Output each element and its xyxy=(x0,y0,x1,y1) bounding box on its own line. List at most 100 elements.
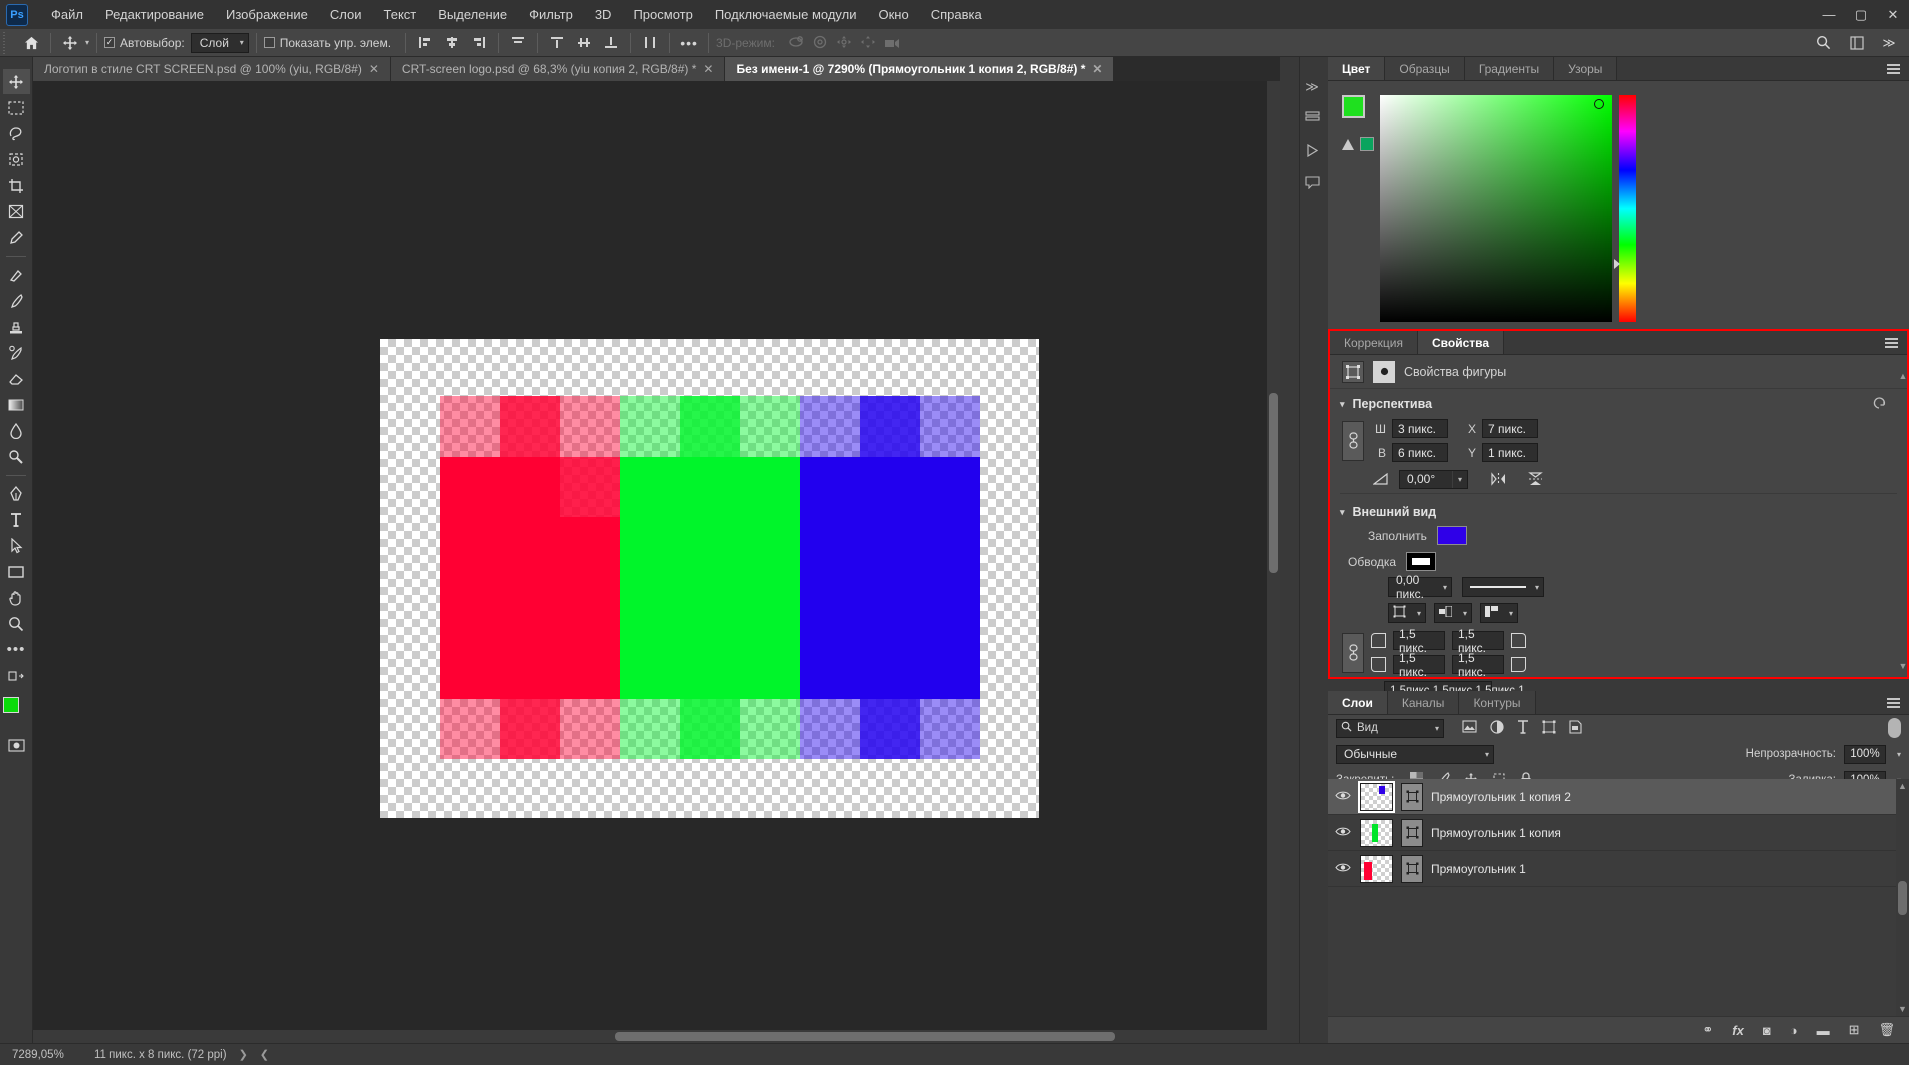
corner-top-right-input[interactable]: 1,5 пикс. xyxy=(1452,627,1504,655)
delete-layer-icon[interactable]: 🗑 xyxy=(1878,1022,1895,1038)
edit-toolbar[interactable] xyxy=(3,663,30,688)
align-left-icon[interactable] xyxy=(413,32,437,54)
chevron-down-icon[interactable]: ▾ xyxy=(1485,750,1489,759)
scroll-down-arrow[interactable]: ▼ xyxy=(1899,661,1908,671)
adjustment-layer-icon[interactable]: ◑ xyxy=(1790,1023,1798,1038)
options-bar-grip[interactable] xyxy=(3,31,11,54)
hue-slider[interactable] xyxy=(1619,95,1636,322)
menu-item-file[interactable]: Файл xyxy=(40,2,94,27)
lasso-tool[interactable] xyxy=(3,121,30,146)
tab-swatches[interactable]: Образцы xyxy=(1385,57,1465,80)
layer-filter-select[interactable]: Вид ▾ xyxy=(1336,718,1444,738)
search-icon[interactable] xyxy=(1811,32,1835,54)
workspace-switcher-icon[interactable] xyxy=(1845,32,1869,54)
chevron-down-icon[interactable]: ▾ xyxy=(1452,470,1467,488)
quick-mask-toggle[interactable] xyxy=(3,733,30,758)
zoom-tool[interactable] xyxy=(3,611,30,636)
align-top-icon[interactable] xyxy=(506,32,530,54)
menu-item-layers[interactable]: Слои xyxy=(319,2,373,27)
layer-visibility-icon[interactable] xyxy=(1334,826,1352,840)
image-filter-icon[interactable] xyxy=(1462,720,1477,736)
gradient-tool[interactable] xyxy=(3,392,30,417)
in-gamut-color-swatch[interactable] xyxy=(1360,137,1374,151)
menu-item-image[interactable]: Изображение xyxy=(215,2,319,27)
panel-menu-icon[interactable] xyxy=(1876,331,1907,354)
foreground-color-swatch[interactable] xyxy=(3,697,19,713)
layers-scrollbar[interactable]: ▲ ▼ xyxy=(1896,779,1909,1016)
chevron-down-icon[interactable]: ▾ xyxy=(1417,609,1421,618)
history-brush-tool[interactable] xyxy=(3,340,30,365)
move-tool-icon[interactable] xyxy=(58,32,82,54)
tab-patterns[interactable]: Узоры xyxy=(1554,57,1618,80)
layer-row[interactable]: Прямоугольник 1 xyxy=(1328,851,1909,887)
minimize-button[interactable]: — xyxy=(1813,0,1845,29)
stroke-width-input[interactable]: 0,00 пикс. ▾ xyxy=(1388,573,1452,601)
opacity-input[interactable]: 100% xyxy=(1843,744,1886,764)
scroll-down-arrow[interactable]: ▼ xyxy=(1898,1004,1907,1014)
mask-icon[interactable] xyxy=(1373,360,1395,383)
corner-bottom-left-input[interactable]: 1,5 пикс. xyxy=(1393,651,1445,679)
workspace-menu-icon[interactable]: ≫ xyxy=(1877,32,1901,54)
chevron-down-icon[interactable]: ▾ xyxy=(1897,750,1901,759)
scrollbar-thumb[interactable] xyxy=(1898,880,1907,915)
layer-thumbnail[interactable] xyxy=(1360,854,1393,883)
status-collapse-arrow[interactable]: ❮ xyxy=(260,1048,269,1061)
tab-layers[interactable]: Слои xyxy=(1328,691,1388,714)
chevron-down-icon[interactable]: ▾ xyxy=(85,38,89,47)
home-icon[interactable] xyxy=(19,32,43,54)
comment-icon[interactable] xyxy=(1304,176,1320,192)
width-input[interactable]: 3 пикс. xyxy=(1392,419,1448,438)
close-icon[interactable]: ✕ xyxy=(1092,62,1102,76)
menu-item-edit[interactable]: Редактирование xyxy=(94,2,215,27)
blend-mode-select[interactable]: Обычные ▾ xyxy=(1336,744,1494,764)
dodge-tool[interactable] xyxy=(3,444,30,469)
layer-mask-icon[interactable]: ◙ xyxy=(1763,1023,1771,1038)
transform-section-header[interactable]: ▾ Перспектива xyxy=(1330,389,1907,417)
crop-tool[interactable] xyxy=(3,173,30,198)
canvas-vertical-scrollbar[interactable] xyxy=(1267,81,1280,1043)
link-dimensions-button[interactable] xyxy=(1342,420,1364,461)
type-filter-icon[interactable] xyxy=(1517,719,1529,737)
object-selection-tool[interactable] xyxy=(3,147,30,172)
brush-tool[interactable] xyxy=(3,288,30,313)
status-expand-arrow[interactable]: ❯ xyxy=(239,1048,248,1061)
eyedropper-tool[interactable] xyxy=(3,225,30,250)
more-tools[interactable]: ••• xyxy=(3,637,30,662)
reset-icon[interactable] xyxy=(1872,396,1887,412)
scroll-up-arrow[interactable]: ▲ xyxy=(1898,781,1907,791)
show-controls-checkbox[interactable]: Показать упр. элем. xyxy=(263,36,391,50)
layer-list[interactable]: Прямоугольник 1 копия 2 Прямоугольник 1 к… xyxy=(1328,779,1909,1016)
scroll-up-arrow[interactable]: ▲ xyxy=(1899,371,1908,381)
vector-mask-thumbnail[interactable] xyxy=(1401,854,1423,883)
appearance-section-header[interactable]: ▾ Внешний вид xyxy=(1330,498,1907,524)
autoselect-checkbox[interactable]: ✓ Автовыбор: xyxy=(104,36,185,50)
close-icon[interactable]: ✕ xyxy=(703,62,713,76)
stroke-align-select[interactable]: ▾ xyxy=(1388,603,1426,623)
history-icon[interactable] xyxy=(1304,111,1320,128)
move-tool[interactable] xyxy=(2,69,30,94)
vector-mask-thumbnail[interactable] xyxy=(1401,782,1423,811)
rectangular-marquee-tool[interactable] xyxy=(3,95,30,120)
stroke-style-select[interactable]: ▾ xyxy=(1462,577,1544,597)
layer-visibility-icon[interactable] xyxy=(1334,790,1352,804)
menu-item-window[interactable]: Окно xyxy=(867,2,919,27)
layer-thumbnail[interactable] xyxy=(1360,818,1393,847)
close-button[interactable]: ✕ xyxy=(1877,0,1909,29)
frame-tool[interactable] xyxy=(3,199,30,224)
chevron-down-icon[interactable]: ▾ xyxy=(1509,609,1513,618)
artboard[interactable] xyxy=(380,339,1039,818)
tab-paths[interactable]: Контуры xyxy=(1459,691,1536,714)
new-group-icon[interactable]: ▬ xyxy=(1817,1023,1830,1038)
angle-input[interactable]: 0,00° ▾ xyxy=(1399,469,1468,489)
menu-item-plugins[interactable]: Подключаемые модули xyxy=(704,2,868,27)
stroke-cap-select[interactable]: ▾ xyxy=(1434,603,1472,623)
rectangle-tool[interactable] xyxy=(3,559,30,584)
maximize-button[interactable]: ▢ xyxy=(1845,0,1877,29)
panel-menu-icon[interactable] xyxy=(1878,57,1909,80)
stroke-corner-select[interactable]: ▾ xyxy=(1480,603,1518,623)
scrollbar-thumb[interactable] xyxy=(615,1032,1115,1041)
distribute-top-icon[interactable] xyxy=(545,32,569,54)
fill-color-swatch[interactable] xyxy=(1436,526,1467,545)
document-tab-2[interactable]: CRT-screen logo.psd @ 68,3% (yiu копия 2… xyxy=(390,57,726,81)
hand-tool[interactable] xyxy=(3,585,30,610)
